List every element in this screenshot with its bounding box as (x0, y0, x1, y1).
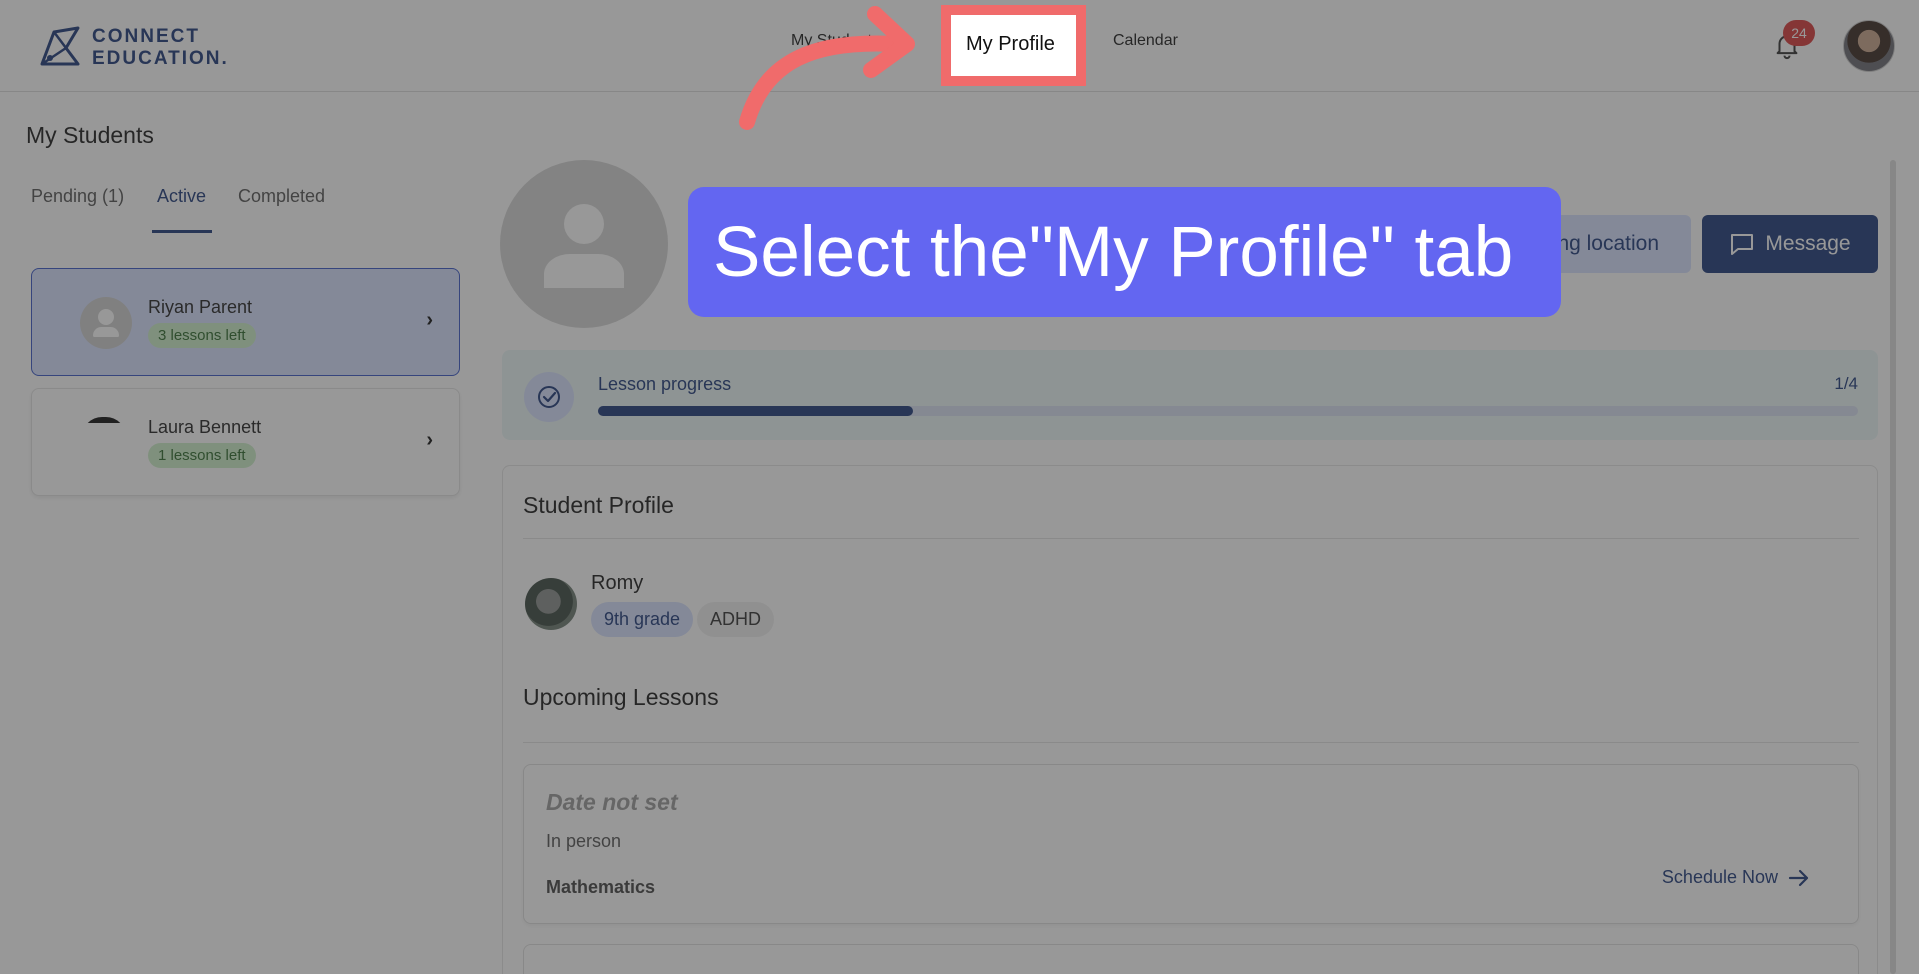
lesson-progress-panel: Lesson progress 1/4 (502, 350, 1878, 440)
connect-education-logo[interactable]: CONNECT EDUCATION. (36, 24, 229, 72)
student-avatar-placeholder (500, 160, 668, 328)
progress-track (598, 406, 1858, 416)
message-label: Message (1765, 232, 1851, 255)
tab-pending[interactable]: Pending (1) (31, 186, 124, 207)
lesson-card (523, 944, 1859, 974)
progress-label: Lesson progress (598, 374, 732, 394)
avatar (82, 417, 126, 423)
chevron-right-icon: › (426, 309, 433, 331)
progress-count: 1/4 (1834, 374, 1858, 393)
lesson-subject: Mathematics (546, 877, 656, 897)
active-tab-indicator (152, 230, 212, 233)
student-profile-title: Student Profile (523, 492, 674, 518)
user-avatar[interactable] (1843, 20, 1895, 72)
notification-badge: 24 (1783, 20, 1815, 46)
student-name: Romy (591, 572, 644, 594)
tab-active[interactable]: Active (157, 186, 206, 207)
logo-icon (40, 26, 80, 66)
schedule-now-label: Schedule Now (1661, 867, 1778, 887)
student-avatar (525, 578, 577, 630)
progress-fill (598, 406, 913, 416)
student-name: Riyan Parent (148, 297, 253, 317)
arrow-right-icon (1788, 869, 1809, 886)
nav-calendar[interactable]: Calendar (1113, 32, 1178, 50)
schedule-now-link[interactable]: Schedule Now (1662, 867, 1810, 888)
student-card-riyan-parent[interactable]: Riyan Parent 3 lessons left › (31, 268, 460, 376)
person-icon (544, 204, 624, 288)
divider (523, 742, 1859, 743)
lesson-mode: In person (546, 831, 622, 851)
lesson-card: Date not set In person Mathematics Sched… (523, 764, 1859, 924)
logo-text: CONNECT EDUCATION. (92, 26, 229, 69)
chevron-right-icon: › (426, 429, 433, 451)
message-button[interactable]: Message (1702, 215, 1878, 273)
check-circle-icon (524, 372, 574, 422)
lessons-left-badge: 3 lessons left (148, 323, 256, 348)
chat-icon (1731, 234, 1754, 255)
grade-tag: 9th grade (591, 602, 694, 637)
student-name: Laura Bennett (148, 417, 262, 437)
lessons-left-badge: 1 lessons left (148, 443, 256, 468)
pointer-arrow-icon (739, 6, 915, 130)
student-profile-card: Student Profile Romy 9th grade ADHD Upco… (502, 465, 1878, 974)
scrollbar[interactable] (1890, 160, 1896, 974)
lesson-date: Date not set (546, 789, 678, 815)
nav-my-profile[interactable]: My Profile (966, 33, 1055, 56)
student-card-laura-bennett[interactable]: Laura Bennett 1 lessons left › (31, 388, 460, 496)
tutorial-callout: Select the"My Profile" tab (688, 187, 1561, 317)
divider (523, 538, 1859, 539)
condition-tag: ADHD (697, 602, 775, 637)
avatar (80, 297, 132, 349)
upcoming-lessons-title: Upcoming Lessons (523, 684, 719, 710)
sidebar-title: My Students (26, 122, 154, 148)
tab-completed[interactable]: Completed (238, 186, 325, 207)
